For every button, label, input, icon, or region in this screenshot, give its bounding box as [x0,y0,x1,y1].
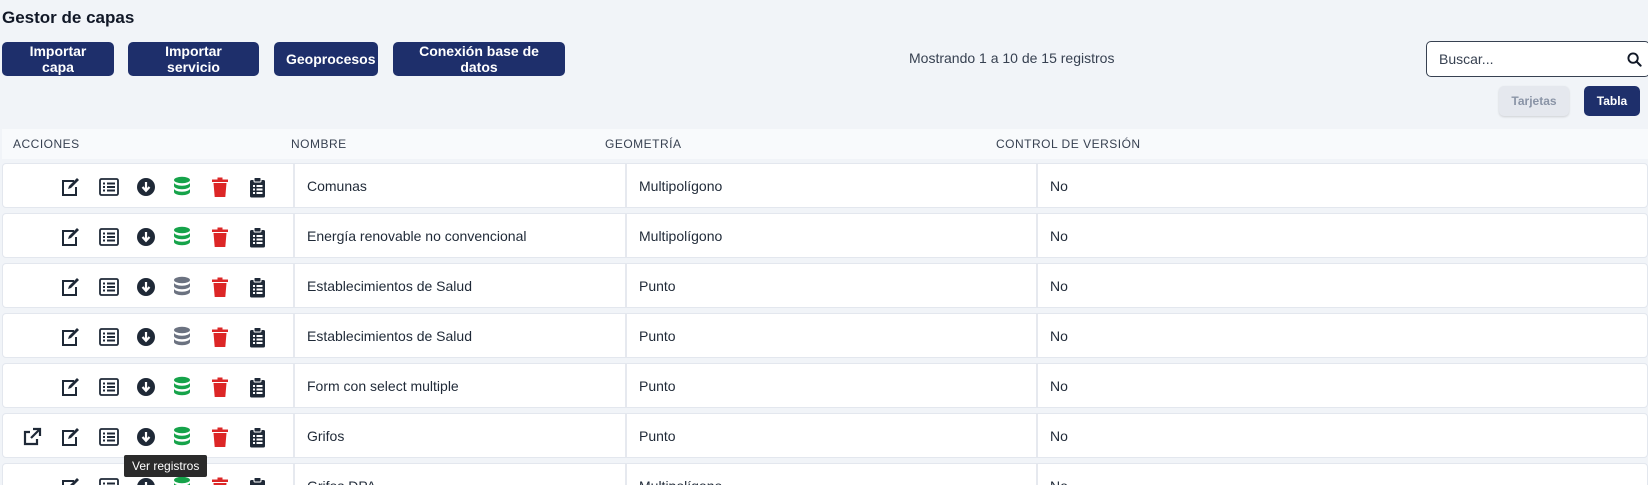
column-header-name[interactable]: NOMBRE [291,137,347,151]
clipboard-icon[interactable] [246,426,268,448]
list-icon[interactable] [98,226,120,248]
version-control-cell: No [1050,177,1068,194]
database-icon[interactable] [171,376,193,398]
search-input[interactable] [1427,51,1620,67]
column-header-version-control[interactable]: CONTROL DE VERSIÓN [996,137,1141,151]
version-control-cell: No [1038,464,1068,485]
download-icon[interactable] [135,226,157,248]
layer-name-cell: Comunas [295,164,627,207]
download-icon[interactable] [135,276,157,298]
external-link-icon[interactable] [21,426,43,448]
trash-icon[interactable] [209,476,231,485]
layer-name-cell: Grifos DPA [295,464,627,485]
clipboard-icon[interactable] [246,276,268,298]
tooltip: Ver registros [124,455,208,477]
records-info: Mostrando 1 a 10 de 15 registros [909,50,1115,66]
geometry-cell: Multipolígono [627,214,1038,257]
import-service-button[interactable]: Importar servicio [128,42,259,76]
column-header-actions: ACCIONES [13,137,80,151]
clipboard-icon[interactable] [246,226,268,248]
table-row: Energía renovable no convencional Multipo… [2,213,1648,258]
database-icon[interactable] [171,476,193,485]
trash-icon[interactable] [209,326,231,348]
list-icon[interactable] [98,326,120,348]
download-icon[interactable] [135,376,157,398]
table-row: Grifos Punto No [2,413,1648,458]
actions-cell [3,214,295,257]
geometry-cell: Punto [627,264,1038,307]
layer-name-cell: Establecimientos de Salud [295,314,627,357]
edit-icon[interactable] [59,376,81,398]
list-icon[interactable] [98,276,120,298]
layer-name-cell: Grifos [295,414,627,457]
layer-name-cell: Establecimientos de Salud [295,264,627,307]
import-layer-button[interactable]: Importar capa [2,42,114,76]
download-icon[interactable] [135,326,157,348]
search-box[interactable] [1426,41,1648,77]
edit-icon[interactable] [59,226,81,248]
search-icon[interactable] [1620,51,1648,67]
clipboard-icon[interactable] [246,176,268,198]
database-icon[interactable] [171,326,193,348]
download-icon[interactable] [135,426,157,448]
actions-cell [3,264,295,307]
geometry-cell: Punto [627,414,1038,457]
geometry-cell: Punto [627,314,1038,357]
database-icon[interactable] [171,276,193,298]
list-icon[interactable] [98,376,120,398]
edit-icon[interactable] [59,276,81,298]
table-row: Comunas Multipolígono No [2,163,1648,208]
actions-cell [3,414,295,457]
database-icon[interactable] [171,176,193,198]
clipboard-icon[interactable] [246,476,268,485]
database-icon[interactable] [171,226,193,248]
list-icon[interactable] [98,426,120,448]
version-control-cell: No [1050,277,1068,294]
edit-icon[interactable] [59,426,81,448]
actions-cell [3,364,295,407]
geometry-cell: Multipolígono [627,464,1038,485]
version-control-cell: No [1050,427,1068,444]
table-row: Grifos DPAMultipolígonoNo [2,463,1648,485]
download-icon[interactable] [135,176,157,198]
geometry-cell: Punto [627,364,1038,407]
layer-name-cell: Form con select multiple [295,364,627,407]
database-icon[interactable] [171,426,193,448]
geoprocesses-button[interactable]: Geoprocesos [274,42,378,76]
clipboard-icon[interactable] [246,326,268,348]
page-title: Gestor de capas [2,8,135,27]
layer-name-cell: Energía renovable no convencional [295,214,627,257]
download-icon[interactable] [135,476,157,485]
trash-icon[interactable] [209,426,231,448]
column-header-geometry[interactable]: GEOMETRÍA [605,137,682,151]
actions-cell [3,164,295,207]
geometry-cell: Multipolígono [627,164,1038,207]
table-row: Form con select multiple Punto No [2,363,1648,408]
version-control-cell: No [1050,377,1068,394]
clipboard-icon[interactable] [246,376,268,398]
cards-view-button[interactable]: Tarjetas [1499,86,1569,116]
table-view-button[interactable]: Tabla [1584,86,1640,116]
actions-cell [3,314,295,357]
list-icon[interactable] [98,476,120,485]
table-row: Establecimientos de Salud Punto No [2,313,1648,358]
trash-icon[interactable] [209,226,231,248]
edit-icon[interactable] [59,326,81,348]
list-icon[interactable] [98,176,120,198]
trash-icon[interactable] [209,176,231,198]
edit-icon[interactable] [59,476,81,485]
version-control-cell: No [1050,327,1068,344]
table-row: Establecimientos de Salud Punto No [2,263,1648,308]
trash-icon[interactable] [209,276,231,298]
edit-icon[interactable] [59,176,81,198]
table-header: ACCIONES NOMBRE GEOMETRÍA CONTROL DE VER… [2,129,1648,159]
version-control-cell: No [1050,227,1068,244]
trash-icon[interactable] [209,376,231,398]
db-connection-button[interactable]: Conexión base de datos [393,42,565,76]
